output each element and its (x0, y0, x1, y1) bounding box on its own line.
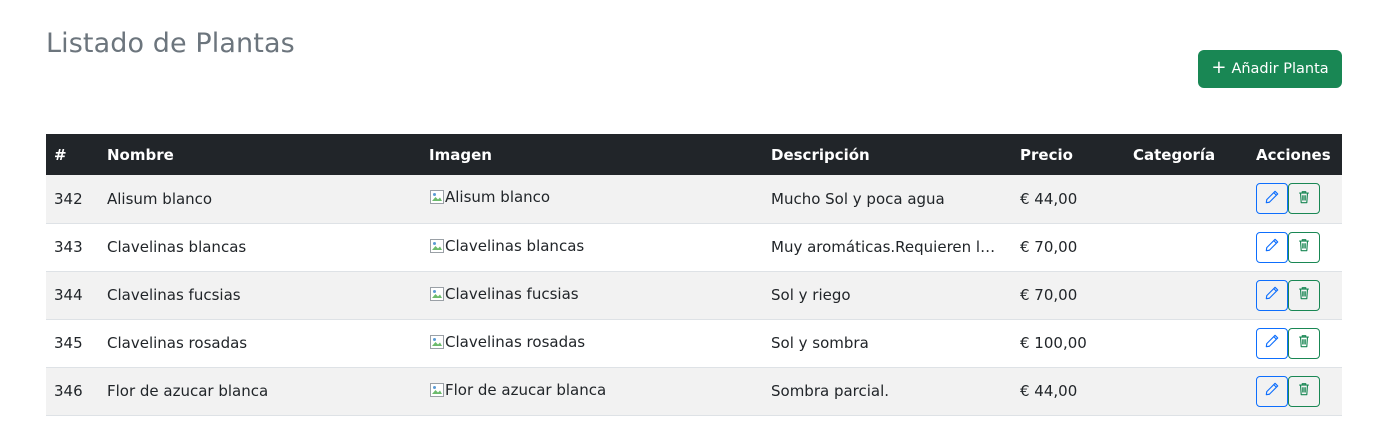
cell-acciones (1248, 175, 1342, 223)
image-alt-text: Alisum blanco (445, 188, 551, 207)
cell-precio: € 70,00 (1020, 238, 1078, 256)
cell-descripcion: Muy aromáticas.Requieren lu… (771, 238, 1005, 256)
table-row: 346 Flor de azucar blanca Flor de azucar b… (46, 367, 1342, 415)
cell-acciones (1248, 271, 1342, 319)
table-row: 343 Clavelinas blancas Clavelinas blancas M… (46, 223, 1342, 271)
col-header-precio: Precio (1020, 145, 1073, 164)
image-alt-text: Clavelinas blancas (445, 236, 585, 255)
cell-categoria (1125, 223, 1248, 271)
broken-image-icon (429, 238, 445, 254)
plant-image: Alisum blanco (429, 188, 550, 206)
delete-button[interactable] (1288, 375, 1320, 407)
cell-precio: € 100,00 (1020, 334, 1087, 352)
cell-categoria (1125, 367, 1248, 415)
pencil-icon (1265, 190, 1279, 208)
col-header-nombre: Nombre (107, 145, 174, 164)
trash-icon (1297, 286, 1311, 304)
cell-nombre: Flor de azucar blanca (107, 382, 269, 400)
col-header-acciones: Acciones (1256, 145, 1331, 164)
table-row: 345 Clavelinas rosadas Clavelinas rosadas S… (46, 319, 1342, 367)
cell-nombre: Clavelinas fucsias (107, 286, 241, 304)
add-plant-label: Añadir Planta (1231, 61, 1329, 77)
col-header-id: # (54, 145, 67, 164)
cell-categoria (1125, 271, 1248, 319)
page-title: Listado de Plantas (46, 28, 295, 59)
broken-image-icon (429, 334, 445, 350)
table-header-row: # Nombre Imagen Descripción Precio Categ… (46, 134, 1342, 175)
cell-imagen: Clavelinas rosadas (421, 319, 763, 367)
add-plant-button[interactable]: + Añadir Planta (1198, 50, 1342, 88)
cell-acciones (1248, 319, 1342, 367)
edit-button[interactable] (1256, 327, 1288, 359)
pencil-icon (1265, 334, 1279, 352)
edit-button[interactable] (1256, 231, 1288, 263)
plant-image: Clavelinas rosadas (429, 333, 585, 351)
table-row: 342 Alisum blanco Alisum blanco Mucho Sol y… (46, 175, 1342, 223)
cell-nombre: Clavelinas rosadas (107, 334, 248, 352)
delete-button[interactable] (1288, 327, 1320, 359)
trash-icon (1297, 382, 1311, 400)
cell-imagen: Alisum blanco (421, 175, 763, 223)
broken-image-icon (429, 382, 445, 398)
cell-id: 346 (54, 382, 83, 400)
delete-button[interactable] (1288, 231, 1320, 263)
col-header-imagen: Imagen (429, 145, 492, 164)
pencil-icon (1265, 238, 1279, 256)
cell-precio: € 70,00 (1020, 286, 1078, 304)
table-body: 342 Alisum blanco Alisum blanco Mucho Sol y… (46, 175, 1342, 415)
image-alt-text: Flor de azucar blanca (445, 380, 607, 399)
cell-imagen: Flor de azucar blanca (421, 367, 763, 415)
cell-acciones (1248, 223, 1342, 271)
cell-id: 343 (54, 238, 83, 256)
plant-image: Flor de azucar blanca (429, 381, 606, 399)
edit-button[interactable] (1256, 375, 1288, 407)
cell-descripcion: Sol y riego (771, 286, 851, 304)
plants-table: # Nombre Imagen Descripción Precio Categ… (46, 134, 1342, 416)
cell-descripcion: Sol y sombra (771, 334, 869, 352)
edit-button[interactable] (1256, 183, 1288, 215)
table-row: 344 Clavelinas fucsias Clavelinas fucsias S… (46, 271, 1342, 319)
pencil-icon (1265, 286, 1279, 304)
col-header-descripcion: Descripción (771, 145, 870, 164)
cell-nombre: Alisum blanco (107, 189, 213, 208)
cell-descripcion: Mucho Sol y poca agua (771, 189, 945, 208)
delete-button[interactable] (1288, 183, 1320, 215)
broken-image-icon (429, 189, 445, 205)
cell-imagen: Clavelinas blancas (421, 223, 763, 271)
cell-categoria (1125, 175, 1248, 223)
delete-button[interactable] (1288, 279, 1320, 311)
trash-icon (1297, 190, 1311, 208)
pencil-icon (1265, 382, 1279, 400)
image-alt-text: Clavelinas fucsias (445, 284, 579, 303)
cell-imagen: Clavelinas fucsias (421, 271, 763, 319)
cell-precio: € 44,00 (1020, 382, 1078, 400)
image-alt-text: Clavelinas rosadas (445, 332, 586, 351)
cell-precio: € 44,00 (1020, 189, 1078, 208)
cell-acciones (1248, 367, 1342, 415)
cell-id: 342 (54, 189, 83, 208)
broken-image-icon (429, 286, 445, 302)
cell-id: 344 (54, 286, 83, 304)
trash-icon (1297, 334, 1311, 352)
cell-descripcion: Sombra parcial. (771, 382, 890, 400)
plant-image: Clavelinas blancas (429, 237, 584, 255)
col-header-categoria: Categoría (1133, 145, 1216, 164)
page: Listado de Plantas + Añadir Planta # Nom… (0, 0, 1390, 423)
cell-nombre: Clavelinas blancas (107, 238, 247, 256)
cell-id: 345 (54, 334, 83, 352)
plant-image: Clavelinas fucsias (429, 285, 579, 303)
trash-icon (1297, 238, 1311, 256)
cell-categoria (1125, 319, 1248, 367)
edit-button[interactable] (1256, 279, 1288, 311)
plus-icon: + (1211, 57, 1227, 78)
